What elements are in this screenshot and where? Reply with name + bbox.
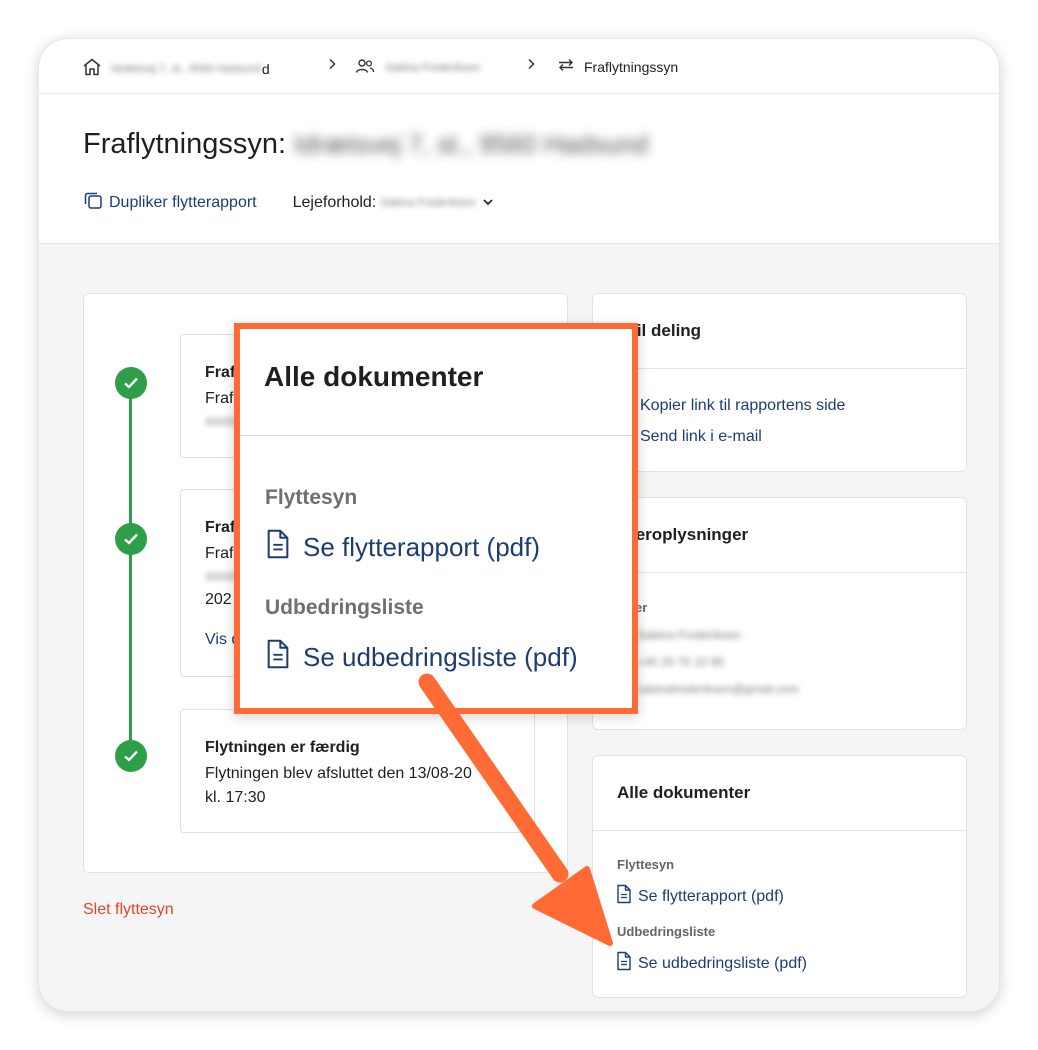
callout-move-report-link[interactable]: Se flytterapport (pdf) [264, 528, 540, 567]
callout-repair-list-label: Se udbedringsliste (pdf) [303, 642, 578, 672]
breadcrumb-tenants-name[interactable]: Sabina Frederiksen [385, 62, 480, 74]
breadcrumb-home-address[interactable]: Idrætsvej 7, st., 9560 Hadsund [111, 63, 261, 75]
tenancy-select[interactable]: Sabina Frederiksen [380, 194, 493, 212]
tenancy-label: Lejeforhold: [292, 193, 377, 211]
callout-section-udbedringsliste: Udbedringsliste [265, 596, 424, 619]
copy-link-button[interactable]: Kopier link til rapportens side [640, 397, 845, 415]
breadcrumb: Idrætsvej 7, st., 9560 Hadsund d Sabina … [39, 39, 999, 94]
delete-inspection-link[interactable]: Slet flyttesyn [83, 901, 174, 919]
documents-card: Alle dokumenter Flyttesyn Se flytterappo… [592, 755, 967, 998]
repair-list-pdf-label: Se udbedringsliste (pdf) [638, 954, 807, 972]
repair-list-pdf-link[interactable]: Se udbedringsliste (pdf) [615, 951, 807, 976]
chevron-right-icon [327, 58, 337, 70]
page-title: Fraflytningssyn: Idrætsvej 7, st., 9560 … [83, 128, 648, 161]
page-header: Fraflytningssyn: Idrætsvej 7, st., 9560 … [39, 94, 999, 244]
page-title-prefix: Fraflytningssyn: [83, 128, 287, 160]
documents-card-title: Alle dokumenter [617, 783, 751, 802]
breadcrumb-current-label: Fraflytningssyn [584, 58, 679, 75]
callout-repair-list-link[interactable]: Se udbedringsliste (pdf) [264, 638, 578, 677]
breadcrumb-home-tail: d [261, 60, 270, 77]
zoom-callout: Alle dokumenter Flyttesyn Se flytterappo… [234, 323, 638, 714]
check-icon [115, 523, 147, 555]
step-text: Fraf [205, 390, 234, 407]
callout-move-report-label: Se flytterapport (pdf) [303, 532, 540, 562]
breadcrumb-current: Fraflytningssyn [557, 58, 678, 75]
breadcrumb-home[interactable]: Idrætsvej 7, st., 9560 Hadsund d [82, 58, 270, 79]
callout-section-flyttesyn: Flyttesyn [265, 486, 358, 509]
document-icon [615, 884, 633, 909]
callout-title: Alle dokumenter [264, 361, 484, 392]
tenant-name: Sabina Frederiksen [637, 628, 742, 642]
header-actions: Dupliker flytterapport Lejeforhold: Sabi… [83, 190, 494, 215]
tenant-email: sabinafrederiksen@gmail.com [637, 682, 799, 696]
users-icon [355, 58, 375, 77]
step-text: Fraf [205, 545, 234, 562]
divider [593, 368, 966, 369]
step-title: Flytningen er færdig [205, 739, 360, 756]
step-date: 202 [205, 591, 232, 608]
document-icon [264, 528, 292, 567]
page-title-address: Idrætsvej 7, st., 9560 Hadsund [294, 129, 649, 159]
send-link-button[interactable]: Send link i e-mail [640, 428, 762, 446]
duplicate-button[interactable]: Dupliker flytterapport [83, 190, 257, 215]
step-title: Fraf [205, 519, 236, 536]
step-text: Flytningen blev afsluttet den 13/08-20 [205, 765, 472, 782]
tenant-card-title: jeroplysninger [631, 525, 749, 544]
breadcrumb-tenants[interactable]: Sabina Frederiksen [355, 58, 480, 77]
move-report-pdf-label: Se flytterapport (pdf) [638, 887, 784, 905]
timeline-step: Flytningen er færdig Flytningen blev afs… [180, 709, 535, 833]
chevron-down-icon [482, 194, 494, 212]
swap-arrows-icon [557, 58, 575, 75]
documents-section-flyttesyn: Flyttesyn [617, 857, 675, 872]
chevron-right-icon [526, 58, 536, 70]
step-title: Fraf [205, 364, 236, 381]
copy-icon [83, 190, 103, 215]
duplicate-label: Dupliker flytterapport [109, 193, 257, 211]
move-report-pdf-link[interactable]: Se flytterapport (pdf) [615, 884, 784, 909]
divider [593, 830, 966, 831]
divider [593, 572, 966, 573]
documents-section-udbedringsliste: Udbedringsliste [617, 924, 716, 939]
share-card: k til deling Kopier link til rapportens … [592, 293, 967, 472]
check-icon [115, 367, 147, 399]
document-icon [264, 638, 292, 677]
home-icon [82, 58, 102, 79]
tenant-info-card: jeroplysninger er Sabina Frederiksen +45… [592, 497, 967, 730]
check-icon [115, 740, 147, 772]
document-icon [615, 951, 633, 976]
tenancy-value: Sabina Frederiksen [380, 196, 476, 209]
timeline-line [129, 383, 132, 757]
divider [240, 435, 632, 436]
tenant-phone: +45 20 70 10 90 [637, 655, 725, 669]
step-time: kl. 17:30 [205, 789, 266, 806]
